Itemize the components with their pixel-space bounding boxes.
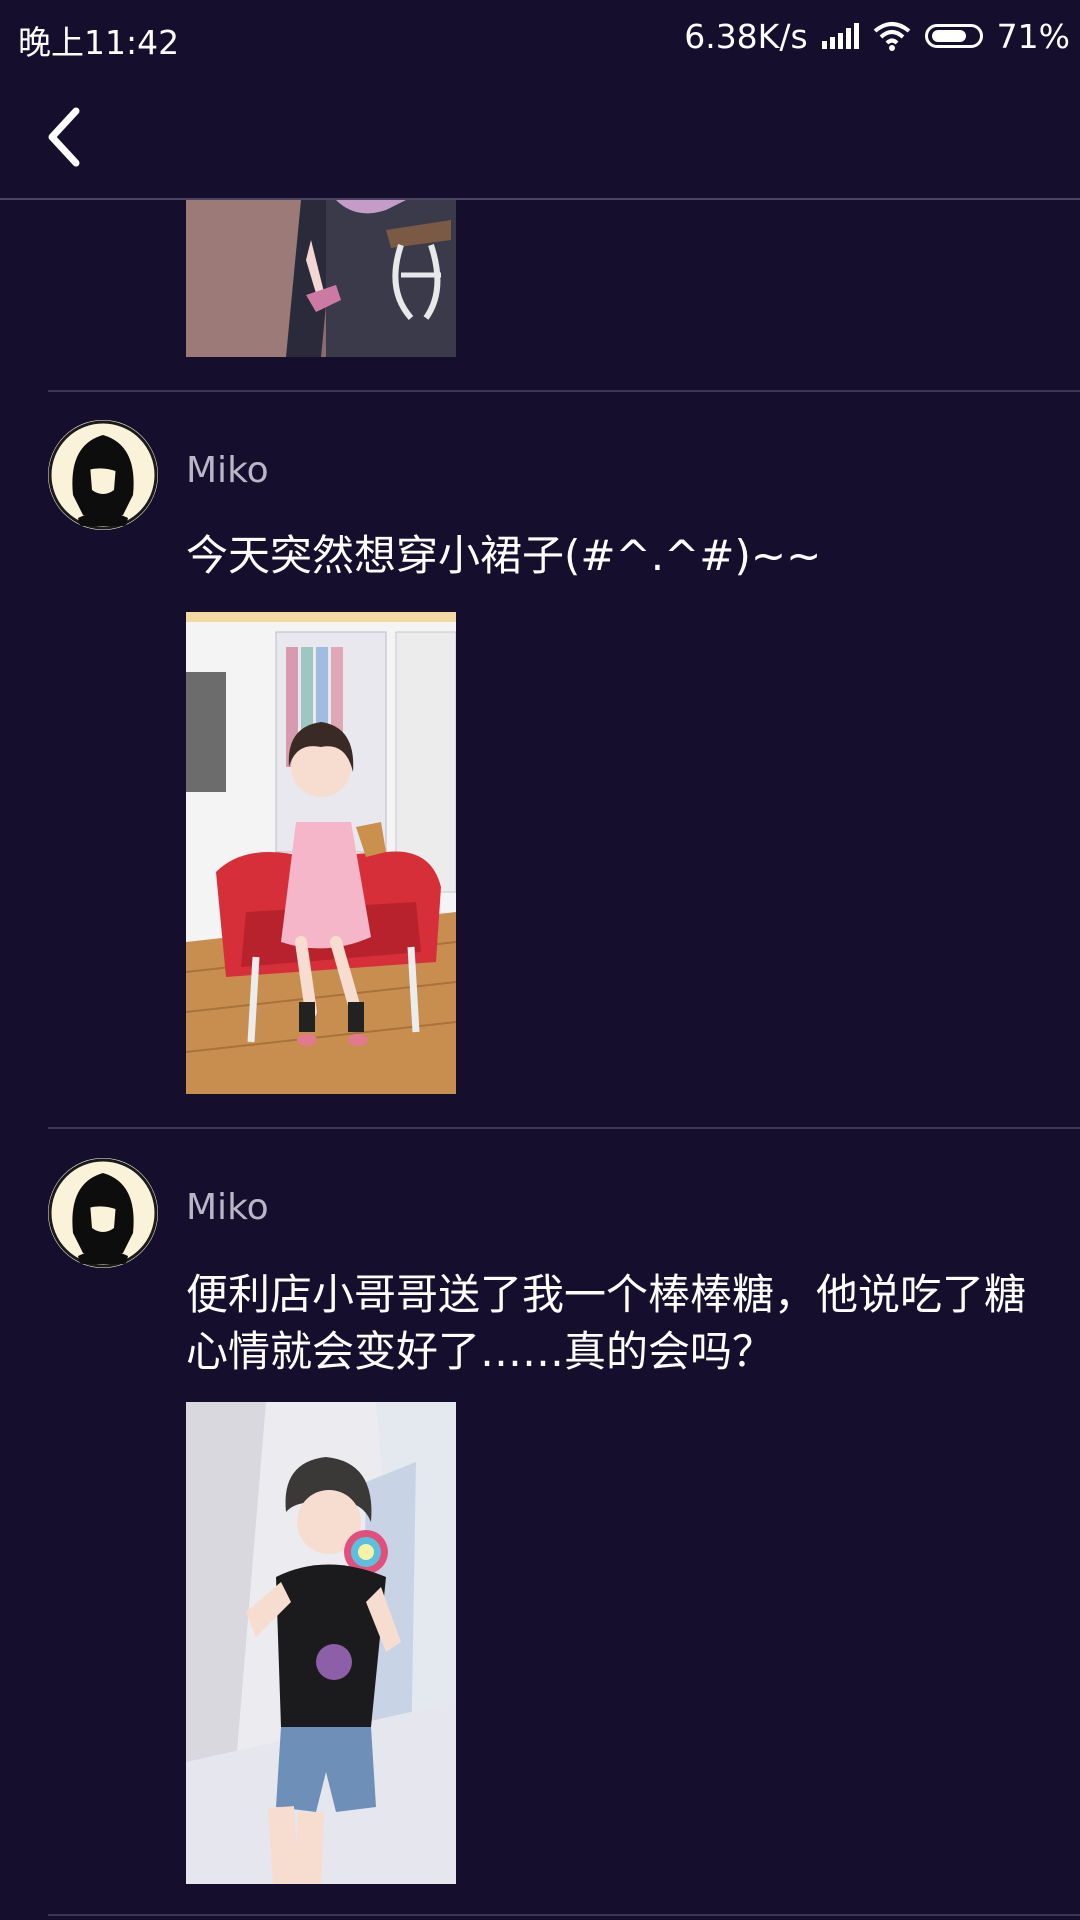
status-icons: 6.38K/s 71% — [684, 14, 1070, 58]
chevron-left-icon[interactable] — [42, 105, 102, 169]
signal-icon — [821, 23, 859, 49]
post-text: 便利店小哥哥送了我一个棒棒糖，他说吃了糖心情就会变好了……真的会吗？ — [186, 1270, 1027, 1376]
post-image[interactable] — [186, 612, 456, 1094]
avatar[interactable] — [48, 420, 158, 530]
post-username[interactable]: Miko — [186, 1187, 269, 1228]
moments-feed[interactable]: Miko 今天突然想穿小裙子(#^.^#)~~ Miko 便利店小哥哥送了我一个… — [0, 200, 1080, 1920]
post-divider — [48, 390, 1080, 392]
wifi-icon — [873, 22, 910, 51]
status-bar: 晚上11:42 6.38K/s 71% — [0, 0, 1080, 75]
post-username[interactable]: Miko — [186, 450, 269, 491]
top-app-bar — [0, 75, 1080, 200]
network-speed: 6.38K/s — [684, 16, 808, 56]
post-text: 今天突然想穿小裙子(#^.^#)~~ — [186, 531, 822, 580]
battery-icon — [924, 24, 983, 48]
previous-post-image[interactable] — [186, 200, 456, 357]
status-time: 晚上11:42 — [18, 23, 180, 62]
avatar[interactable] — [48, 1158, 158, 1268]
post-image[interactable] — [186, 1402, 456, 1884]
battery-percent: 71% — [996, 16, 1070, 56]
post-divider — [48, 1127, 1080, 1129]
post-divider — [48, 1914, 1080, 1916]
